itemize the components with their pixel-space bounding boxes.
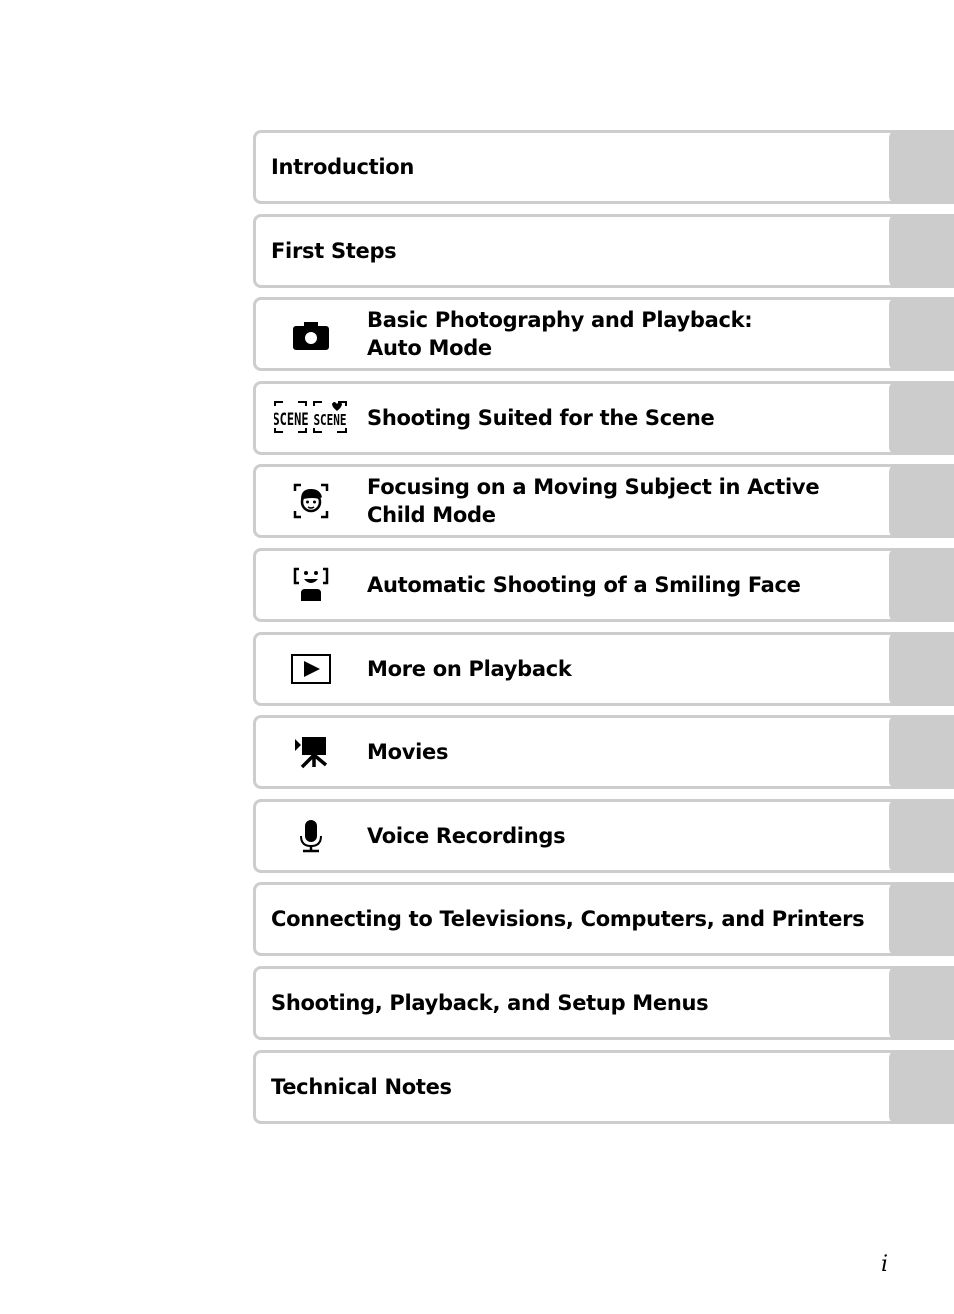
toc-entry-scene[interactable]: SCENE SCENE Shooting Suited for the Scen… — [253, 380, 954, 455]
microphone-icon — [273, 816, 348, 856]
entry-label: Voice Recordings — [367, 823, 566, 848]
toc-entry-menus[interactable]: Shooting, Playback, and Setup Menus — [253, 965, 954, 1040]
section-tab — [889, 965, 954, 1040]
page-number: i — [881, 1252, 889, 1277]
toc-entry-voice-recordings[interactable]: Voice Recordings — [253, 798, 954, 873]
entry-label: Basic Photography and Playback: Auto Mod… — [367, 308, 753, 361]
toc-entry-active-child[interactable]: Focusing on a Moving Subject in Active C… — [253, 464, 954, 539]
toc-entry-first-steps[interactable]: First Steps — [253, 213, 954, 288]
toc-entry-connecting[interactable]: Connecting to Televisions, Computers, an… — [253, 882, 954, 957]
playback-icon — [273, 649, 348, 689]
entry-label: Automatic Shooting of a Smiling Face — [367, 572, 801, 597]
smile-face-icon — [273, 565, 348, 605]
svg-text:SCENE: SCENE — [313, 412, 346, 429]
entry-label: First Steps — [271, 238, 397, 263]
entry-label: Movies — [367, 740, 449, 765]
movie-camera-icon — [273, 732, 348, 772]
entry-label: Shooting, Playback, and Setup Menus — [271, 990, 709, 1015]
section-tab — [889, 130, 954, 204]
section-tab — [889, 547, 954, 622]
toc-entry-movies[interactable]: Movies — [253, 715, 954, 790]
section-tab — [889, 464, 954, 539]
scene-icons: SCENE SCENE — [273, 398, 348, 438]
entry-label: Connecting to Televisions, Computers, an… — [271, 907, 865, 932]
section-tab — [889, 715, 954, 790]
table-of-contents: Introduction First Steps Basic Photograp… — [253, 130, 954, 1133]
section-tab — [889, 297, 954, 372]
entry-label: Shooting Suited for the Scene — [367, 405, 715, 430]
camera-icon — [273, 314, 348, 354]
section-tab — [889, 882, 954, 957]
toc-entry-playback[interactable]: More on Playback — [253, 631, 954, 706]
toc-entry-technical-notes[interactable]: Technical Notes — [253, 1049, 954, 1124]
section-tab — [889, 798, 954, 873]
svg-text:SCENE: SCENE — [274, 410, 309, 430]
toc-entry-auto-mode[interactable]: Basic Photography and Playback: Auto Mod… — [253, 297, 954, 372]
entry-label: Introduction — [271, 155, 415, 179]
section-tab — [889, 1049, 954, 1124]
active-child-icon — [273, 481, 348, 521]
toc-entry-smile[interactable]: Automatic Shooting of a Smiling Face — [253, 547, 954, 622]
section-tab — [889, 213, 954, 288]
toc-entry-introduction[interactable]: Introduction — [253, 130, 954, 204]
section-tab — [889, 380, 954, 455]
entry-label: Technical Notes — [271, 1074, 452, 1099]
entry-label: More on Playback — [367, 656, 572, 681]
section-tab — [889, 631, 954, 706]
entry-label: Focusing on a Moving Subject in Active C… — [367, 475, 820, 528]
